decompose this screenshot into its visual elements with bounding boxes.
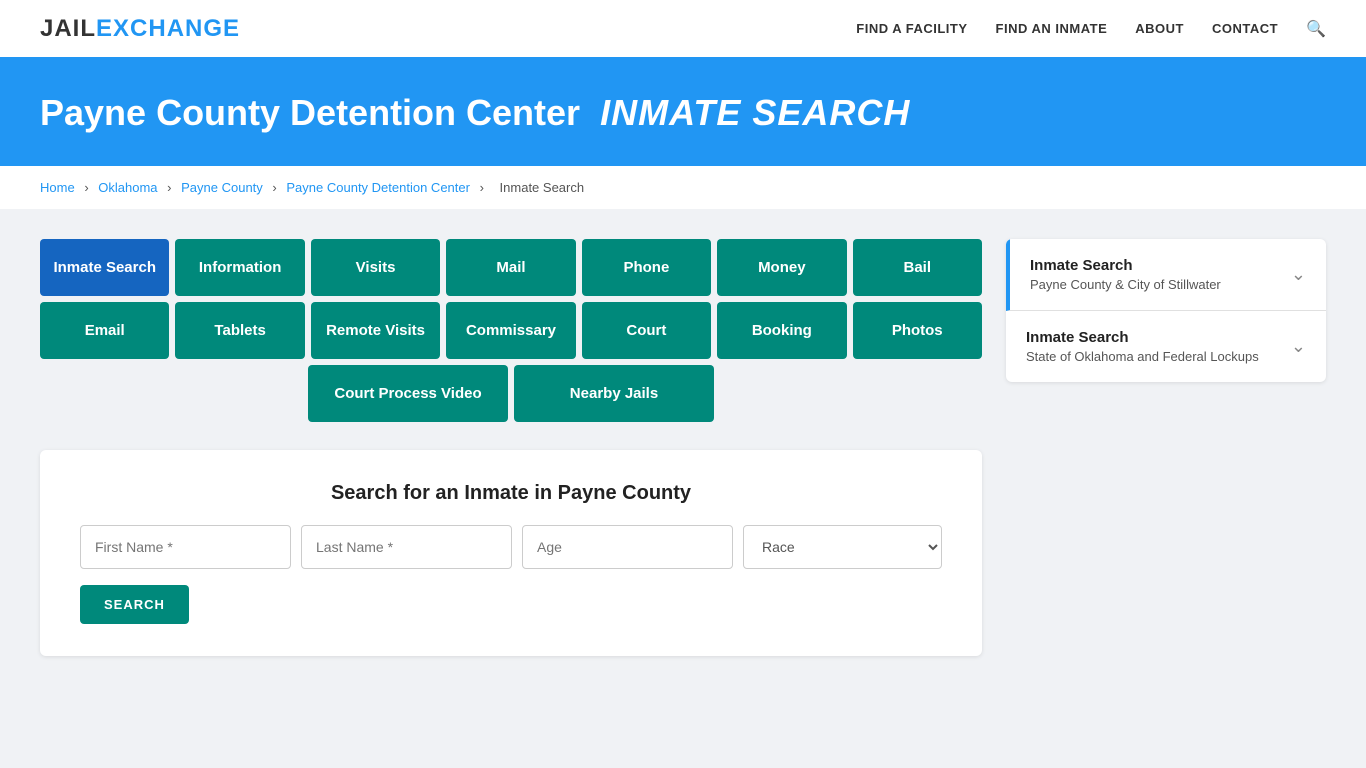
tab-court-process-video[interactable]: Court Process Video bbox=[308, 365, 508, 422]
tab-booking[interactable]: Booking bbox=[717, 302, 846, 359]
sidebar-item-sub-1: Payne County & City of Stillwater bbox=[1030, 277, 1221, 292]
tab-tablets[interactable]: Tablets bbox=[175, 302, 304, 359]
tab-phone[interactable]: Phone bbox=[582, 239, 711, 296]
search-fields: Race White Black Hispanic Asian Other bbox=[80, 525, 942, 569]
nav-contact[interactable]: CONTACT bbox=[1212, 21, 1278, 36]
sidebar-item-title-1: Inmate Search bbox=[1030, 257, 1221, 274]
tabs-row-1: Inmate Search Information Visits Mail Ph… bbox=[40, 239, 982, 296]
sidebar-item-sub-2: State of Oklahoma and Federal Lockups bbox=[1026, 349, 1259, 364]
tabs-row-3: Court Process Video Nearby Jails bbox=[40, 365, 982, 422]
left-column: Inmate Search Information Visits Mail Ph… bbox=[40, 239, 982, 656]
chevron-down-icon: ⌄ bbox=[1291, 264, 1306, 285]
sidebar-card: Inmate Search Payne County & City of Sti… bbox=[1006, 239, 1326, 382]
breadcrumb-payne-county[interactable]: Payne County bbox=[181, 180, 263, 195]
breadcrumb-current: Inmate Search bbox=[500, 180, 585, 195]
tab-court[interactable]: Court bbox=[582, 302, 711, 359]
search-form-container: Search for an Inmate in Payne County Rac… bbox=[40, 450, 982, 656]
search-form-title: Search for an Inmate in Payne County bbox=[80, 482, 942, 505]
tab-inmate-search[interactable]: Inmate Search bbox=[40, 239, 169, 296]
navbar: JAILEXCHANGE FIND A FACILITY FIND AN INM… bbox=[0, 0, 1366, 60]
breadcrumb-detention-center[interactable]: Payne County Detention Center bbox=[286, 180, 470, 195]
logo-part1: JAIL bbox=[40, 15, 96, 42]
sidebar-item-oklahoma-federal[interactable]: Inmate Search State of Oklahoma and Fede… bbox=[1006, 311, 1326, 382]
tab-nearby-jails[interactable]: Nearby Jails bbox=[514, 365, 714, 422]
nav-links: FIND A FACILITY FIND AN INMATE ABOUT CON… bbox=[856, 19, 1326, 39]
tab-photos[interactable]: Photos bbox=[853, 302, 982, 359]
logo-part2: EXCHANGE bbox=[96, 15, 240, 42]
breadcrumb: Home › Oklahoma › Payne County › Payne C… bbox=[0, 166, 1366, 209]
last-name-input[interactable] bbox=[301, 525, 512, 569]
nav-find-inmate[interactable]: FIND AN INMATE bbox=[996, 21, 1108, 36]
search-icon[interactable]: 🔍 bbox=[1306, 19, 1326, 39]
main-content: Inmate Search Information Visits Mail Ph… bbox=[0, 209, 1366, 686]
hero-banner: Payne County Detention Center INMATE SEA… bbox=[0, 60, 1366, 166]
logo[interactable]: JAILEXCHANGE bbox=[40, 15, 240, 43]
tab-commissary[interactable]: Commissary bbox=[446, 302, 575, 359]
breadcrumb-oklahoma[interactable]: Oklahoma bbox=[98, 180, 157, 195]
tab-mail[interactable]: Mail bbox=[446, 239, 575, 296]
breadcrumb-home[interactable]: Home bbox=[40, 180, 75, 195]
hero-title-em: INMATE SEARCH bbox=[600, 92, 910, 133]
sidebar-item-payne-county[interactable]: Inmate Search Payne County & City of Sti… bbox=[1006, 239, 1326, 311]
age-input[interactable] bbox=[522, 525, 733, 569]
hero-title-main: Payne County Detention Center bbox=[40, 92, 580, 133]
tab-visits[interactable]: Visits bbox=[311, 239, 440, 296]
right-sidebar: Inmate Search Payne County & City of Sti… bbox=[1006, 239, 1326, 656]
tab-email[interactable]: Email bbox=[40, 302, 169, 359]
sidebar-item-title-2: Inmate Search bbox=[1026, 329, 1259, 346]
page-title: Payne County Detention Center INMATE SEA… bbox=[40, 92, 1326, 134]
tab-bail[interactable]: Bail bbox=[853, 239, 982, 296]
first-name-input[interactable] bbox=[80, 525, 291, 569]
chevron-down-icon-2: ⌄ bbox=[1291, 336, 1306, 357]
tab-money[interactable]: Money bbox=[717, 239, 846, 296]
tabs-grid: Inmate Search Information Visits Mail Ph… bbox=[40, 239, 982, 422]
tabs-row-2: Email Tablets Remote Visits Commissary C… bbox=[40, 302, 982, 359]
search-button[interactable]: SEARCH bbox=[80, 585, 189, 624]
nav-find-facility[interactable]: FIND A FACILITY bbox=[856, 21, 967, 36]
race-select[interactable]: Race White Black Hispanic Asian Other bbox=[743, 525, 942, 569]
nav-about[interactable]: ABOUT bbox=[1135, 21, 1184, 36]
tab-information[interactable]: Information bbox=[175, 239, 304, 296]
tab-remote-visits[interactable]: Remote Visits bbox=[311, 302, 440, 359]
